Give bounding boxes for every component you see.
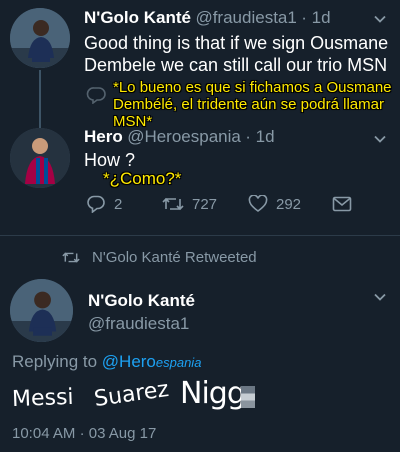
divider	[0, 235, 400, 236]
replying-to-handle[interactable]: @Hero	[102, 352, 156, 371]
replying-to-label: Replying to	[12, 352, 102, 371]
retweet-notice[interactable]: N'Golo Kanté Retweeted	[92, 249, 257, 266]
thread-line	[39, 70, 41, 128]
like-button[interactable]: 292	[248, 195, 301, 213]
tweet2-translation: *¿Como?*	[103, 169, 182, 188]
pixelated-censor	[241, 386, 255, 408]
tweet3-text: Messi Suarez Nigg	[12, 372, 392, 420]
tweet2-text: How ?	[84, 150, 136, 170]
like-icon	[248, 195, 268, 212]
retweet-button[interactable]: 727	[162, 196, 217, 213]
avatar-ngolo[interactable]	[10, 8, 70, 68]
tweet1-text-line1: Good thing is that if we sign Ousmane	[84, 33, 389, 53]
like-count: 292	[276, 195, 302, 213]
tweet1-time[interactable]: · 1d	[301, 8, 330, 27]
tweet1-translation-line1: *Lo bueno es que si fichamos a Ousmane	[113, 79, 392, 96]
avatar-hero[interactable]	[10, 128, 70, 188]
tweet3-word1: Messi	[11, 384, 74, 413]
retweet-count: 727	[192, 195, 218, 213]
tweet2-time[interactable]: · 1d	[245, 127, 274, 146]
tweet3-author-handle[interactable]: @fraudiesta1	[88, 314, 189, 334]
avatar-ngolo-large[interactable]	[10, 279, 73, 342]
tweet1-author-handle[interactable]: @fraudiesta1	[195, 8, 296, 27]
tweet1-text-line2: Dembele we can still call our trio MSN	[84, 55, 388, 75]
tweet3-time[interactable]: 10:04 AM	[12, 425, 75, 442]
reply-icon	[87, 195, 105, 213]
reply-button[interactable]: 2	[86, 195, 122, 213]
tweet3-word3: Nigg	[180, 376, 246, 411]
chevron-down-icon[interactable]	[374, 13, 386, 25]
tweet1-translation-line2: Dembélé, el tridente aún se podrá llamar	[113, 96, 384, 113]
tweet1-actions-obscured	[86, 86, 106, 109]
tweet3-date[interactable]: · 03 Aug 17	[80, 425, 157, 442]
tweet1-author-name[interactable]: N'Golo Kanté	[84, 8, 191, 27]
retweet-icon	[162, 197, 184, 211]
share-button[interactable]	[332, 196, 352, 212]
tweet3-word2: Suarez	[92, 376, 171, 413]
share-icon	[332, 196, 352, 212]
tweet2-author-handle[interactable]: @Heroespania	[127, 127, 241, 146]
tweet2-author-name[interactable]: Hero	[84, 127, 123, 146]
replying-to-handle-overlay[interactable]: espania	[156, 355, 202, 370]
retweet-icon	[62, 252, 80, 263]
tweet3-author-name[interactable]: N'Golo Kanté	[88, 291, 195, 311]
reply-count: 2	[114, 195, 123, 213]
reply-icon[interactable]	[86, 86, 106, 105]
chevron-down-icon[interactable]	[374, 133, 386, 145]
chevron-down-icon[interactable]	[374, 291, 386, 303]
